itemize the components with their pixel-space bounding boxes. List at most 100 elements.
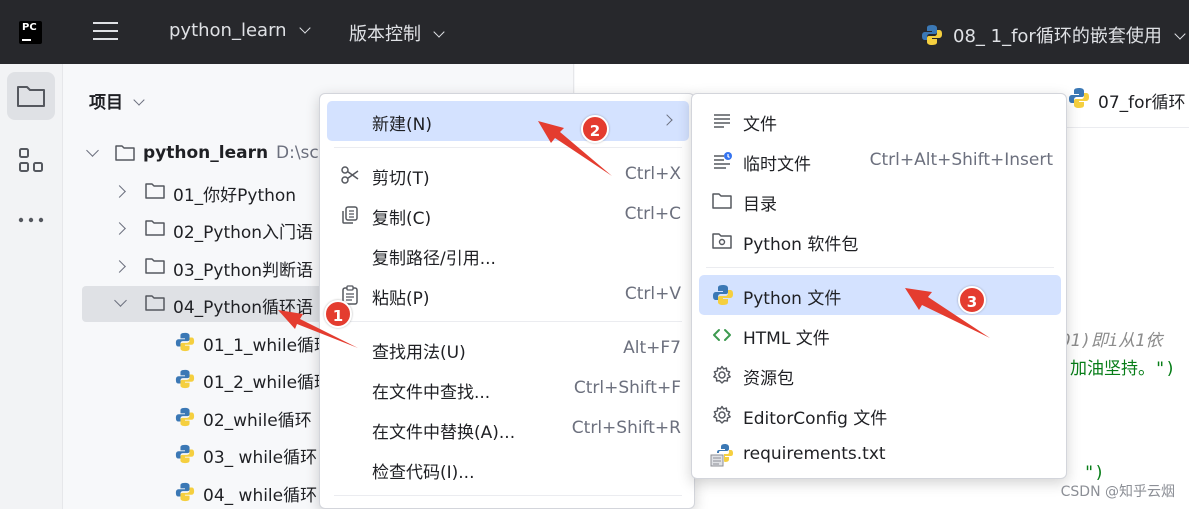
python-icon <box>713 285 733 305</box>
annotation-badge: 2 <box>581 115 609 143</box>
submenu-item-label: 目录 <box>743 195 777 215</box>
chevron-down-icon <box>1174 28 1186 40</box>
annotation-badge: 3 <box>958 286 986 314</box>
folder-icon <box>145 295 165 311</box>
tree-file-label: 01_1_while循环 <box>203 336 332 356</box>
submenu-item-resource-bundle[interactable]: 资源包 <box>699 355 1061 395</box>
folder-icon <box>115 145 135 161</box>
logo-text: PC <box>22 22 37 33</box>
menu-item-label: 检查代码(I)... <box>372 463 475 483</box>
pycharm-logo-icon[interactable]: PC <box>16 18 45 47</box>
submenu-item-requirements[interactable]: requirements.txt <box>699 435 1061 475</box>
python-file-icon <box>175 407 195 427</box>
expand-arrow-icon[interactable] <box>113 260 126 273</box>
menu-item-replace-in-files[interactable]: 在文件中替换(A)... Ctrl+Shift+R <box>327 409 689 449</box>
chevron-down-icon <box>298 22 311 34</box>
menu-item-find-usages[interactable]: 查找用法(U) Alt+F7 <box>327 329 689 369</box>
title-bar: PC python_learn 版本控制 08_ 1_for循环的嵌套使用 <box>0 0 1189 64</box>
project-switcher[interactable]: python_learn <box>169 20 311 41</box>
tree-file-label: 01_2_while循环 <box>203 373 332 393</box>
menu-item-shortcut: Ctrl+C <box>624 204 681 224</box>
chevron-down-icon <box>133 94 145 106</box>
submenu-item-python-package[interactable]: Python 软件包 <box>699 221 1061 261</box>
submenu-item-label: EditorConfig 文件 <box>743 409 888 429</box>
menu-item-label: 在文件中查找... <box>372 383 491 403</box>
tree-folder-label: 04_Python循环语 <box>173 298 314 318</box>
main-menu-icon[interactable] <box>93 21 118 41</box>
annotation-badge: 1 <box>324 300 352 328</box>
chevron-right-icon <box>661 114 673 126</box>
tree-root-name: python_learn <box>143 143 269 163</box>
more-tools-button[interactable] <box>7 196 55 244</box>
collapse-arrow-icon[interactable] <box>86 144 99 157</box>
menu-item-inspect-code[interactable]: 检查代码(I)... <box>327 449 689 489</box>
vcs-menu-label: 版本控制 <box>349 24 421 45</box>
tree-root-path: D:\sc <box>276 143 319 163</box>
python-file-icon <box>175 482 195 502</box>
code-string: ") <box>1084 463 1105 483</box>
tree-file-label: 02_while循环 <box>203 411 312 431</box>
project-panel-title[interactable]: 项目 <box>89 88 145 113</box>
html-icon <box>713 329 731 341</box>
menu-item-find-in-files[interactable]: 在文件中查找... Ctrl+Shift+F <box>327 369 689 409</box>
project-tool-button[interactable] <box>7 72 55 120</box>
gear-icon <box>713 365 731 384</box>
menu-item-label: 剪切(T) <box>372 169 430 189</box>
menu-item-paste[interactable]: 粘贴(P) Ctrl+V <box>327 275 689 315</box>
new-submenu: 文件 临时文件 Ctrl+Alt+Shift+Insert 目录 Python … <box>691 93 1067 479</box>
folder-icon <box>17 86 45 107</box>
folder-icon <box>145 220 165 236</box>
submenu-item-directory[interactable]: 目录 <box>699 181 1061 221</box>
context-menu: 新建(N) 剪切(T) Ctrl+X 复制(C) Ctrl+C 复制路径/引用.… <box>319 93 695 509</box>
submenu-item-editorconfig[interactable]: EditorConfig 文件 <box>699 395 1061 435</box>
submenu-item-python-file[interactable]: Python 文件 <box>699 275 1061 315</box>
tree-folder-label: 03_Python判断语 <box>173 261 314 281</box>
scissors-icon <box>341 166 359 184</box>
submenu-item-label: 临时文件 <box>743 155 811 175</box>
copy-icon <box>342 206 358 224</box>
package-icon <box>712 233 732 249</box>
folder-icon <box>712 193 732 209</box>
python-file-icon <box>175 369 195 389</box>
submenu-item-label: requirements.txt <box>743 444 886 464</box>
menu-item-shortcut: Ctrl+V <box>624 284 681 304</box>
watermark: CSDN @知乎云烟 <box>1060 484 1175 500</box>
project-panel-title-label: 项目 <box>89 93 123 113</box>
folder-icon <box>145 258 165 274</box>
submenu-item-shortcut: Ctrl+Alt+Shift+Insert <box>869 150 1053 170</box>
collapse-arrow-icon[interactable] <box>114 294 127 307</box>
tool-window-strip <box>0 64 63 509</box>
python-file-icon <box>1069 88 1089 108</box>
text-file-icon <box>714 114 730 128</box>
requirements-icon <box>710 444 733 467</box>
expand-arrow-icon[interactable] <box>113 185 126 198</box>
gear-icon <box>713 405 731 424</box>
menu-item-new[interactable]: 新建(N) <box>327 101 689 141</box>
tree-file-label: 04_ while循环 <box>203 486 318 506</box>
code-string: 加油坚持。") <box>1070 359 1176 379</box>
tree-file-label: 03_ while循环 <box>203 448 318 468</box>
submenu-item-scratch[interactable]: 临时文件 Ctrl+Alt+Shift+Insert <box>699 141 1061 181</box>
submenu-item-label: Python 文件 <box>743 289 842 309</box>
structure-icon <box>19 148 43 172</box>
structure-tool-button[interactable] <box>7 136 55 184</box>
submenu-item-label: HTML 文件 <box>743 329 830 349</box>
menu-item-copy-path[interactable]: 复制路径/引用... <box>327 235 689 275</box>
menu-item-label: 复制路径/引用... <box>372 249 496 269</box>
submenu-item-label: 文件 <box>743 115 777 135</box>
more-icon <box>18 217 44 223</box>
python-icon <box>922 25 942 45</box>
project-switcher-label: python_learn <box>169 20 287 41</box>
run-config-selector[interactable]: 08_ 1_for循环的嵌套使用 <box>921 20 1186 48</box>
menu-item-label: 粘贴(P) <box>372 289 430 309</box>
vcs-menu[interactable]: 版本控制 <box>349 20 445 46</box>
submenu-item-html-file[interactable]: HTML 文件 <box>699 315 1061 355</box>
menu-item-copy[interactable]: 复制(C) Ctrl+C <box>327 195 689 235</box>
expand-arrow-icon[interactable] <box>113 222 126 235</box>
python-file-icon <box>175 332 195 352</box>
submenu-item-file[interactable]: 文件 <box>699 101 1061 141</box>
submenu-item-label: 资源包 <box>743 369 794 389</box>
menu-item-label: 查找用法(U) <box>372 343 466 363</box>
scratch-file-icon <box>714 152 732 169</box>
menu-item-cut[interactable]: 剪切(T) Ctrl+X <box>327 155 689 195</box>
